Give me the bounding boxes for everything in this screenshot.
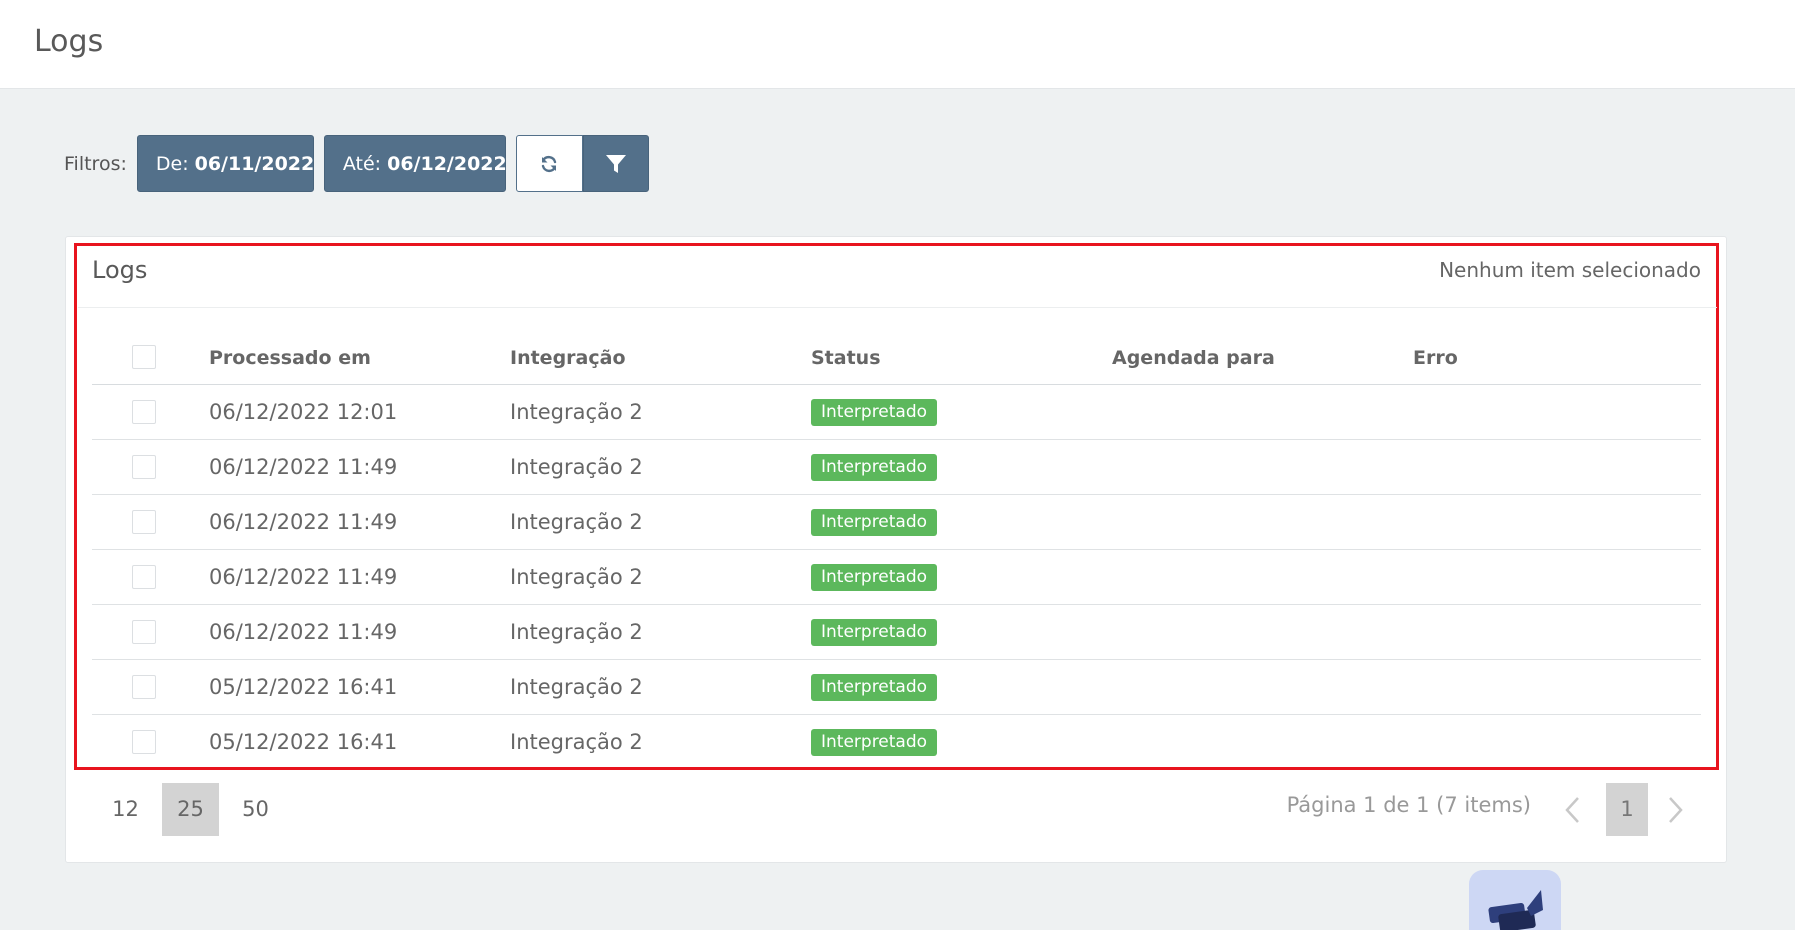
row-checkbox[interactable] (132, 400, 156, 424)
pagination-info: Página 1 de 1 (7 items) (1286, 793, 1531, 817)
date-from-prefix: De: (155, 152, 189, 175)
card-title: Logs (92, 256, 148, 284)
cell-processed: 06/12/2022 11:49 (209, 455, 398, 479)
top-bar: Logs (0, 0, 1795, 89)
column-header-processed[interactable]: Processado em (209, 330, 371, 384)
status-badge: Interpretado (811, 619, 938, 646)
table-row[interactable]: 06/12/2022 11:49 Integração 2 Interpreta… (92, 495, 1701, 550)
filters-bar: Filtros: De: 06/11/2022 Até: 06/12/2022 (64, 135, 649, 192)
chevron-right-icon (1669, 796, 1683, 823)
row-checkbox[interactable] (132, 565, 156, 589)
filter-actions (515, 135, 649, 192)
status-badge: Interpretado (811, 454, 938, 481)
previous-page-button[interactable] (1553, 783, 1593, 836)
date-from-button[interactable]: De: 06/11/2022 (136, 135, 315, 192)
page-size-50[interactable]: 50 (227, 783, 284, 836)
row-checkbox[interactable] (132, 455, 156, 479)
column-header-scheduled[interactable]: Agendada para (1112, 330, 1275, 384)
refresh-button[interactable] (515, 135, 583, 192)
cell-integration: Integração 2 (510, 455, 643, 479)
row-checkbox[interactable] (132, 510, 156, 534)
page-size-selector: 12 25 50 (97, 783, 292, 836)
next-page-button[interactable] (1655, 783, 1695, 836)
table-row[interactable]: 06/12/2022 11:49 Integração 2 Interpreta… (92, 605, 1701, 660)
cell-processed: 06/12/2022 12:01 (209, 400, 398, 424)
cell-integration: Integração 2 (510, 730, 643, 754)
cell-processed: 05/12/2022 16:41 (209, 730, 398, 754)
cell-integration: Integração 2 (510, 675, 643, 699)
status-badge: Interpretado (811, 674, 938, 701)
refresh-icon (542, 155, 557, 172)
chevron-left-icon (1565, 796, 1579, 823)
table-row[interactable]: 06/12/2022 11:49 Integração 2 Interpreta… (92, 550, 1701, 605)
page-size-25[interactable]: 25 (162, 783, 219, 836)
row-checkbox[interactable] (132, 675, 156, 699)
table-row[interactable]: 06/12/2022 11:49 Integração 2 Interpreta… (92, 440, 1701, 495)
table-row[interactable]: 05/12/2022 16:41 Integração 2 Interpreta… (92, 715, 1701, 770)
cell-processed: 06/12/2022 11:49 (209, 620, 398, 644)
page-number-current[interactable]: 1 (1606, 783, 1648, 836)
filters-label: Filtros: (64, 152, 127, 175)
column-header-integration[interactable]: Integração (510, 330, 626, 384)
row-checkbox[interactable] (132, 620, 156, 644)
date-to-button[interactable]: Até: 06/12/2022 (323, 135, 507, 192)
filter-button[interactable] (582, 135, 649, 192)
table-row[interactable]: 05/12/2022 16:41 Integração 2 Interpreta… (92, 660, 1701, 715)
cell-integration: Integração 2 (510, 510, 643, 534)
selection-status: Nenhum item selecionado (1439, 258, 1701, 282)
row-checkbox[interactable] (132, 730, 156, 754)
date-from-value: 06/11/2022 (194, 152, 315, 175)
cell-processed: 05/12/2022 16:41 (209, 675, 398, 699)
cell-processed: 06/12/2022 11:49 (209, 565, 398, 589)
status-badge: Interpretado (811, 399, 938, 426)
status-badge: Interpretado (811, 509, 938, 536)
table-header: Processado em Integração Status Agendada… (92, 330, 1701, 385)
cell-integration: Integração 2 (510, 620, 643, 644)
status-badge: Interpretado (811, 564, 938, 591)
table-row[interactable]: 06/12/2022 12:01 Integração 2 Interpreta… (92, 385, 1701, 440)
date-to-value: 06/12/2022 (387, 152, 507, 175)
filter-icon (605, 154, 626, 173)
page-title: Logs (34, 24, 104, 59)
cell-processed: 06/12/2022 11:49 (209, 510, 398, 534)
status-badge: Interpretado (811, 729, 938, 756)
date-to-prefix: Até: (342, 152, 382, 175)
cell-integration: Integração 2 (510, 400, 643, 424)
column-header-error[interactable]: Erro (1413, 330, 1458, 384)
cell-integration: Integração 2 (510, 565, 643, 589)
page-size-12[interactable]: 12 (97, 783, 154, 836)
chat-widget-button[interactable] (1469, 870, 1561, 930)
chat-logo-icon (1488, 890, 1543, 930)
select-all-checkbox[interactable] (132, 345, 156, 369)
card-divider (78, 307, 1717, 308)
logs-table: Processado em Integração Status Agendada… (92, 330, 1701, 770)
column-header-status[interactable]: Status (811, 330, 881, 384)
